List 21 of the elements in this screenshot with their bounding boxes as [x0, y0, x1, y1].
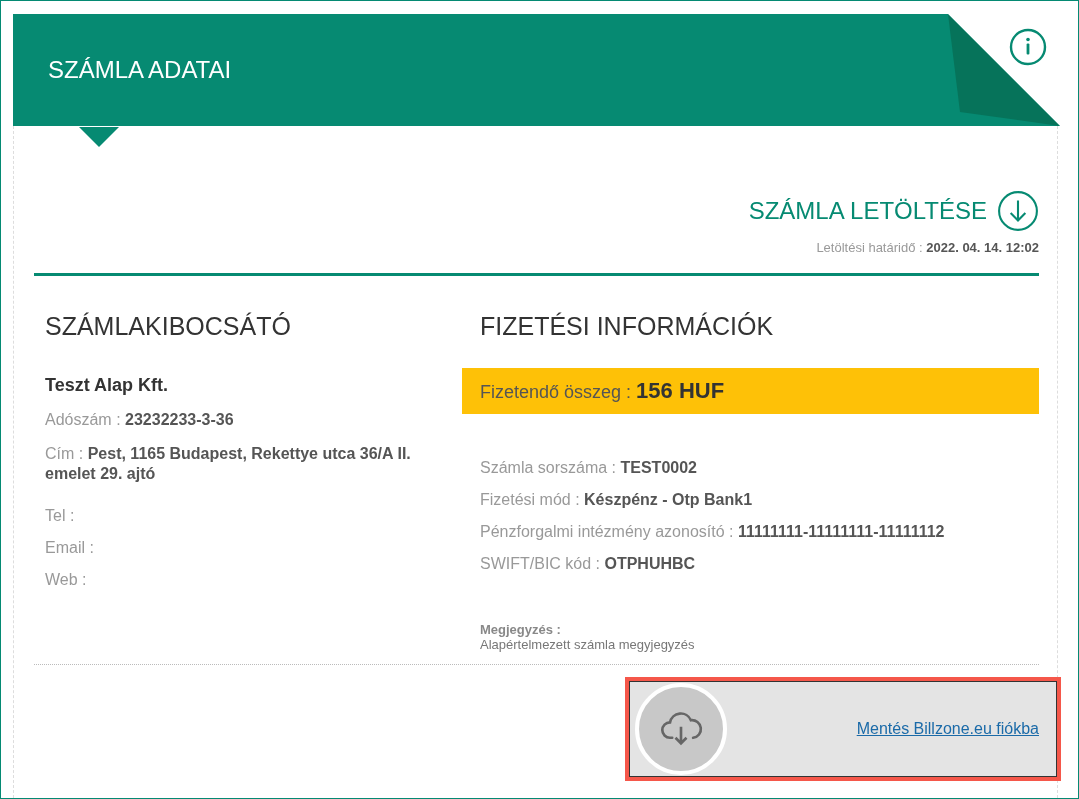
- download-invoice-link[interactable]: SZÁMLA LETÖLTÉSE: [748, 197, 987, 225]
- contact-field: Web :: [45, 570, 435, 590]
- note-text: Alapértelmezett számla megyjegyzés: [479, 637, 696, 652]
- payment-field: Pénzforgalmi intézmény azonosító : 11111111-11111111-11111112: [480, 522, 1039, 542]
- payment-field: SWIFT/BIC kód : OTPHUHBC: [480, 554, 1039, 574]
- payment-field: Számla sorszáma : TEST0002: [480, 458, 1039, 478]
- payment-field: Fizetési mód : Készpénz - Otp Bank1: [480, 490, 1039, 510]
- issuer-heading: SZÁMLAKIBOCSÁTÓ: [45, 312, 292, 341]
- download-icon[interactable]: [997, 190, 1039, 232]
- company-name: Teszt Alap Kft.: [45, 375, 169, 396]
- page-title: SZÁMLA ADATAI: [48, 56, 232, 84]
- contact-field: Tel :: [45, 506, 435, 526]
- note-label: Megjegyzés :: [479, 622, 562, 637]
- issuer-field: Adószám : 23232233-3-36: [45, 410, 435, 430]
- payment-heading: FIZETÉSI INFORMÁCIÓK: [479, 312, 775, 341]
- download-deadline: Letöltési határidő : 2022. 04. 14. 12:02: [815, 240, 1039, 255]
- issuer-field: Cím : Pest, 1165 Budapest, Rekettye utca 36/A II. emelet 29. ajtó: [45, 444, 435, 484]
- info-icon[interactable]: [1008, 27, 1048, 67]
- contact-field: Email :: [45, 538, 435, 558]
- amount-banner: Fizetendő összeg : 156 HUF: [462, 368, 1039, 414]
- save-to-account-link[interactable]: Mentés Billzone.eu fiókba: [856, 720, 1039, 738]
